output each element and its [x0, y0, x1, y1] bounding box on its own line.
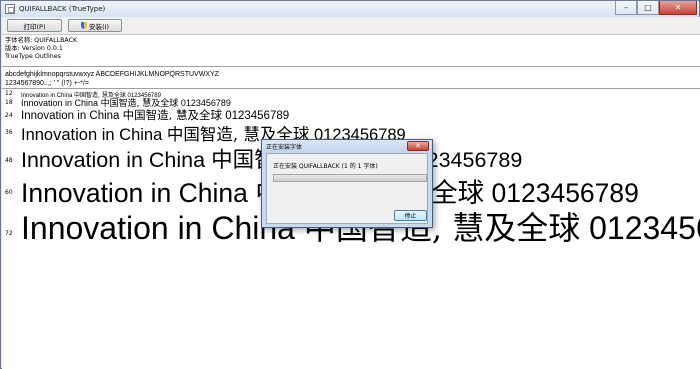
- font-info: 字体名称: QUIFALLBACK 版本: Version 0.0.1 True…: [5, 37, 77, 62]
- installing-font-dialog: 正在安装字体 ✕ 正在安装 QUIFALLBACK (1 的 1 字体) 停止: [261, 139, 433, 228]
- sample-digits: 0123456789: [589, 210, 700, 246]
- maximize-button[interactable]: □: [637, 1, 659, 15]
- shield-icon: [81, 22, 87, 29]
- size-label: 24: [5, 112, 13, 119]
- install-status-message: 正在安装 QUIFALLBACK (1 的 1 字体): [273, 163, 378, 170]
- font-file-icon: [5, 4, 15, 14]
- minimize-icon: –: [624, 3, 628, 12]
- stop-button[interactable]: 停止: [394, 210, 427, 221]
- size-label: 12: [5, 90, 13, 97]
- size-label: 18: [5, 99, 13, 106]
- divider: [2, 88, 700, 89]
- character-set: abcdefghijklmnopqrstuvwxyz ABCDEFGHIJKLM…: [5, 71, 219, 88]
- close-button[interactable]: ✕: [659, 1, 697, 15]
- toolbar: 打印(P) 安装(I): [2, 17, 700, 35]
- close-icon: ✕: [674, 3, 682, 12]
- sample-latin: Innovation in China: [21, 148, 206, 172]
- size-label: 72: [5, 230, 13, 237]
- divider: [2, 66, 700, 67]
- sample-latin: Innovation in China: [21, 210, 295, 246]
- install-button-label: 安装(I): [89, 22, 109, 31]
- window-title: QUIFALLBACK (TrueType): [19, 5, 106, 13]
- print-button[interactable]: 打印(P): [7, 19, 62, 32]
- font-name: 字体名称: QUIFALLBACK: [5, 37, 78, 44]
- progress-fill: [274, 175, 426, 181]
- window-controls: – □ ✕: [615, 1, 697, 15]
- font-version: 版本: Version 0.0.1: [5, 45, 63, 53]
- sample-cjk: 中国智造, 慧及全球: [122, 108, 222, 122]
- size-label: 36: [5, 129, 13, 136]
- sample-latin: Innovation in China: [21, 126, 163, 144]
- dialog-close-button[interactable]: ✕: [407, 141, 429, 151]
- charset-symbols: 1234567890.:,; ' " (!?) +-*/=: [5, 79, 89, 87]
- install-progress-bar: [273, 174, 427, 182]
- title-bar[interactable]: QUIFALLBACK (TrueType) – □ ✕: [1, 1, 699, 17]
- font-type: TrueType Outlines: [5, 53, 61, 61]
- stop-button-label: 停止: [404, 213, 417, 220]
- close-icon: ✕: [415, 142, 421, 150]
- dialog-body: 正在安装 QUIFALLBACK (1 的 1 字体) 停止: [266, 153, 428, 224]
- charset-letters: abcdefghijklmnopqrstuvwxyz ABCDEFGHIJKLM…: [5, 71, 219, 78]
- maximize-icon: □: [644, 3, 652, 12]
- size-label: 48: [5, 157, 13, 164]
- size-label: 60: [5, 189, 13, 196]
- install-button[interactable]: 安装(I): [68, 19, 122, 32]
- print-button-label: 打印(P): [23, 22, 46, 31]
- minimize-button[interactable]: –: [615, 1, 637, 15]
